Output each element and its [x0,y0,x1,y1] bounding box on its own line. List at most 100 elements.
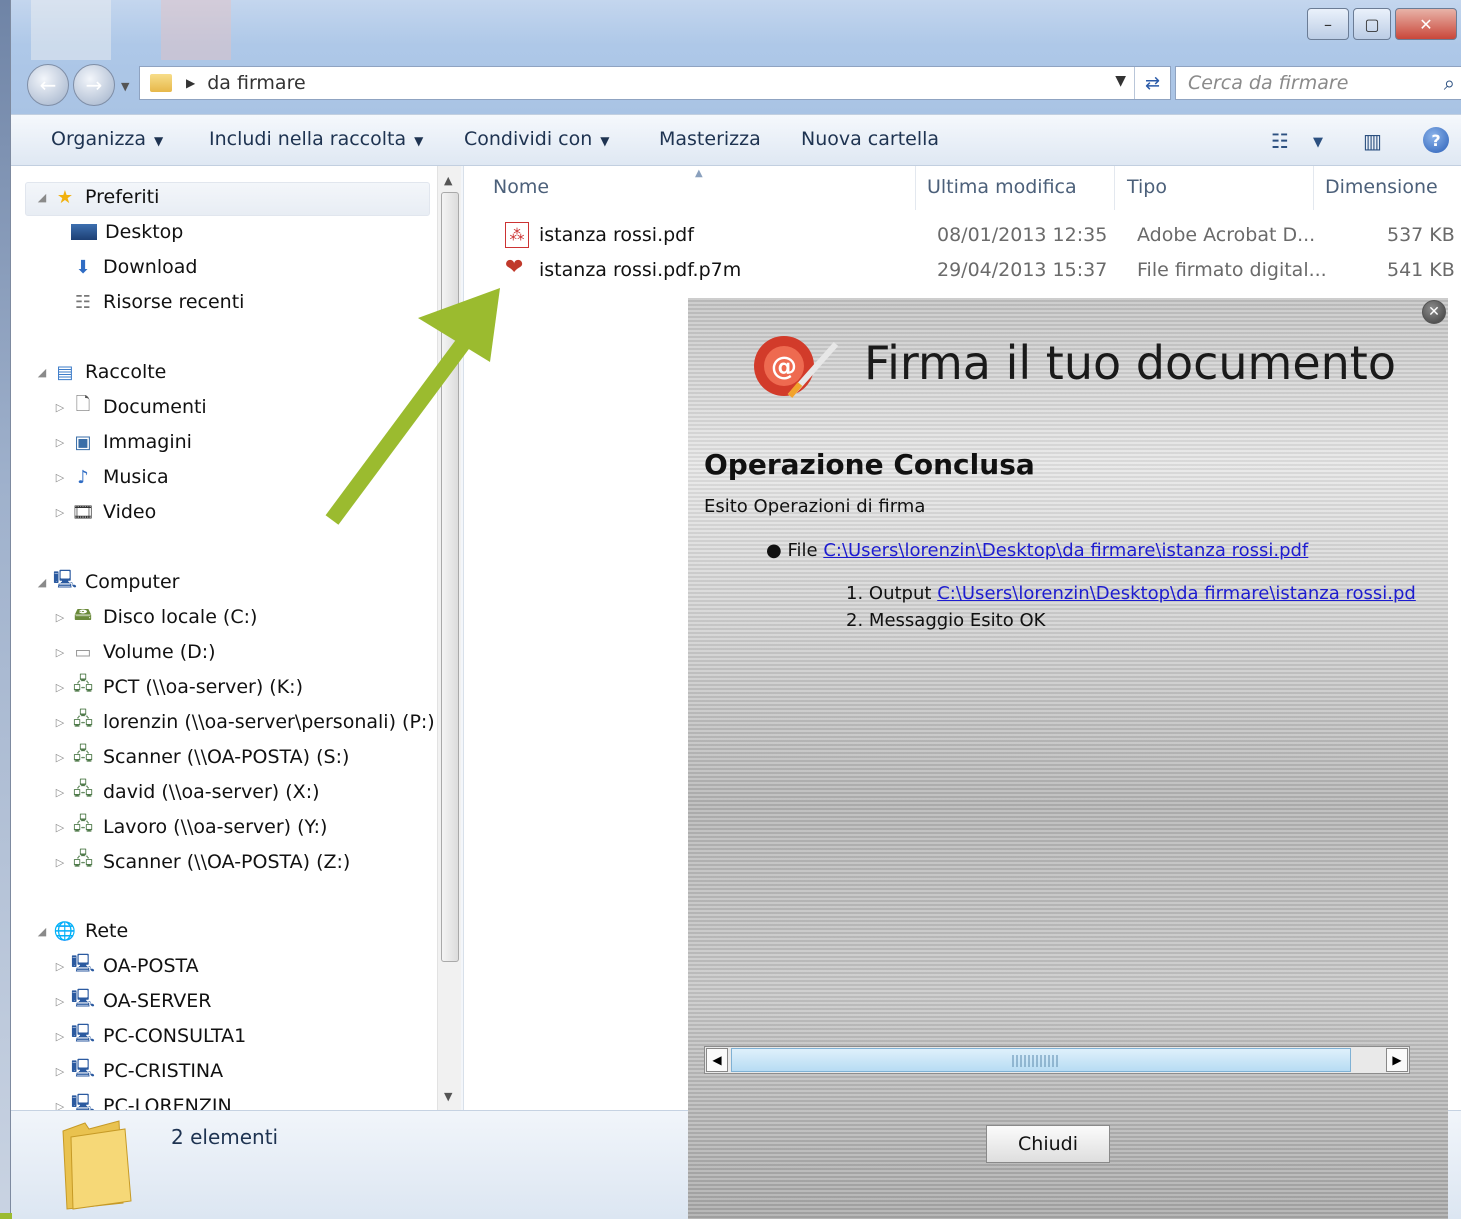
file-row[interactable]: ⁂ istanza rossi.pdf 08/01/2013 12:35 Ado… [465,218,1461,252]
expand-icon[interactable]: ▷ [53,960,67,973]
nav-drive[interactable]: ▷ 🖧 lorenzin (\\oa-server\personali) (P:… [53,709,435,733]
breadcrumb-folder[interactable]: da firmare [207,72,305,94]
svg-text:@: @ [771,352,797,382]
nav-desktop[interactable]: Desktop [53,221,183,243]
file-row[interactable]: ❤ istanza rossi.pdf.p7m 29/04/2013 15:37… [465,253,1461,287]
nav-network[interactable]: ◢ 🌐 Rete [35,920,128,942]
new-folder-button[interactable]: Nuova cartella [801,128,939,150]
expand-icon[interactable]: ▷ [53,506,67,519]
forward-button[interactable]: → [73,64,115,106]
nav-drive[interactable]: ▷ 🖴 Disco locale (C:) [53,604,258,628]
scrollbar-thumb[interactable] [731,1048,1351,1072]
nav-host[interactable]: ▷ 🖳 PC-CONSULTA1 [53,1023,246,1047]
nav-host[interactable]: ▷ 🖳 PC-LORENZIN [53,1093,232,1111]
nav-drive[interactable]: ▷ 🖧 PCT (\\oa-server) (K:) [53,674,303,698]
network-icon: 🌐 [53,920,77,942]
collapse-icon[interactable]: ◢ [35,576,49,589]
expand-icon[interactable]: ▷ [53,1065,67,1078]
nav-host[interactable]: ▷ 🖳 OA-SERVER [53,988,212,1012]
view-options-icon[interactable]: ☷ [1271,129,1289,153]
nav-drive[interactable]: ▷ 🖧 Scanner (\\OA-POSTA) (S:) [53,744,350,768]
column-header-modified[interactable]: Ultima modifica [927,176,1077,198]
nav-drive[interactable]: ▷ 🖧 Scanner (\\OA-POSTA) (Z:) [53,849,351,873]
nav-pictures[interactable]: ▷ ▣ Immagini [53,431,192,453]
expand-icon[interactable]: ▷ [53,856,67,869]
nav-documents[interactable]: ▷ 🗋 Documenti [53,394,207,418]
search-icon[interactable]: ⌕ [1444,71,1455,95]
nav-favorites[interactable]: ◢ ★ Preferiti [35,186,160,208]
collapse-icon[interactable]: ◢ [35,366,49,379]
nav-download[interactable]: ⬇ Download [53,256,197,278]
address-dropdown-icon[interactable]: ▼ [1115,73,1126,89]
documents-icon: 🗋 [75,394,91,415]
maximize-button[interactable]: ▢ [1353,8,1391,40]
share-menu[interactable]: Condividi con ▼ [464,128,610,150]
close-dialog-button[interactable]: Chiudi [986,1125,1110,1163]
collapse-icon[interactable]: ◢ [35,191,49,204]
collapse-icon[interactable]: ◢ [35,925,49,938]
scroll-up-icon[interactable]: ▲ [444,174,452,187]
nav-libraries[interactable]: ◢ ▤ Raccolte [35,361,167,383]
expand-icon[interactable]: ▷ [53,786,67,799]
expand-icon[interactable]: ▷ [53,995,67,1008]
nav-host[interactable]: ▷ 🖳 PC-CRISTINA [53,1058,223,1082]
share-label: Condividi con [464,128,593,150]
column-header-name[interactable]: Nome [493,176,549,198]
close-button[interactable]: ✕ [1395,8,1457,40]
back-button[interactable]: ← [27,64,69,106]
help-icon[interactable]: ? [1423,127,1449,153]
nav-drive[interactable]: ▷ 🖧 david (\\oa-server) (X:) [53,779,320,803]
expand-icon[interactable]: ▷ [53,1030,67,1043]
nav-music[interactable]: ▷ ♪ Musica [53,466,169,488]
expand-icon[interactable]: ▷ [53,681,67,694]
scroll-right-icon[interactable]: ▶ [1386,1048,1408,1072]
expand-icon[interactable]: ▷ [53,646,67,659]
nav-video[interactable]: ▷ 🎞 Video [53,501,156,523]
dialog-subheading: Esito Operazioni di firma [704,496,926,517]
search-input[interactable]: Cerca da firmare ⌕ [1175,66,1461,100]
output-path-link[interactable]: C:\Users\lorenzin\Desktop\da firmare\ist… [937,583,1416,604]
expand-icon[interactable]: ▷ [53,436,67,449]
nav-label: PCT (\\oa-server) (K:) [103,676,303,698]
nav-host[interactable]: ▷ 🖳 OA-POSTA [53,953,199,977]
refresh-button[interactable]: ⇄ [1134,67,1170,99]
expand-icon[interactable]: ▷ [53,1100,67,1111]
column-divider[interactable] [1313,166,1314,210]
view-dropdown-icon[interactable]: ▼ [1313,135,1323,150]
expand-icon[interactable]: ▷ [53,471,67,484]
dialog-close-button[interactable]: ✕ [1422,300,1446,324]
file-path-link[interactable]: C:\Users\lorenzin\Desktop\da firmare\ist… [823,540,1308,561]
close-icon: ✕ [1428,304,1440,320]
dialog-horizontal-scrollbar[interactable]: ◀ ▶ [704,1046,1410,1074]
nav-recent[interactable]: ☷ Risorse recenti [53,291,245,313]
computer-icon: 🖳 [53,569,78,590]
expand-icon[interactable]: ▷ [53,716,67,729]
preview-pane-icon[interactable]: ▥ [1363,129,1382,153]
nav-computer[interactable]: ◢ 🖳 Computer [35,569,180,593]
expand-icon[interactable]: ▷ [53,821,67,834]
column-label: Nome [493,176,550,198]
download-icon: ⬇ [75,256,91,278]
nav-drive[interactable]: ▷ ▭ Volume (D:) [53,641,216,663]
burn-button[interactable]: Masterizza [659,128,761,150]
close-icon: ✕ [1419,14,1433,34]
chevron-down-icon: ▼ [154,134,164,148]
scroll-left-icon[interactable]: ◀ [706,1048,728,1072]
expand-icon[interactable]: ▷ [53,401,67,414]
organize-menu[interactable]: Organizza ▼ [51,128,163,150]
folder-icon [62,1120,132,1210]
scroll-down-icon[interactable]: ▼ [444,1090,452,1103]
include-library-menu[interactable]: Includi nella raccolta ▼ [209,128,423,150]
nav-drive[interactable]: ▷ 🖧 Lavoro (\\oa-server) (Y:) [53,814,328,838]
column-header-type[interactable]: Tipo [1127,176,1167,198]
column-header-size[interactable]: Dimensione [1325,176,1438,198]
address-bar[interactable]: ▶ da firmare ▼ ⇄ [139,66,1171,100]
expand-icon[interactable]: ▷ [53,751,67,764]
expand-icon[interactable]: ▷ [53,611,67,624]
column-divider[interactable] [1114,166,1115,210]
column-divider[interactable] [915,166,916,210]
recent-pages-icon[interactable]: ▼ [121,80,129,93]
column-label: Ultima modifica [927,176,1077,198]
minimize-button[interactable]: – [1307,8,1349,40]
breadcrumb-separator-icon[interactable]: ▶ [186,76,195,90]
